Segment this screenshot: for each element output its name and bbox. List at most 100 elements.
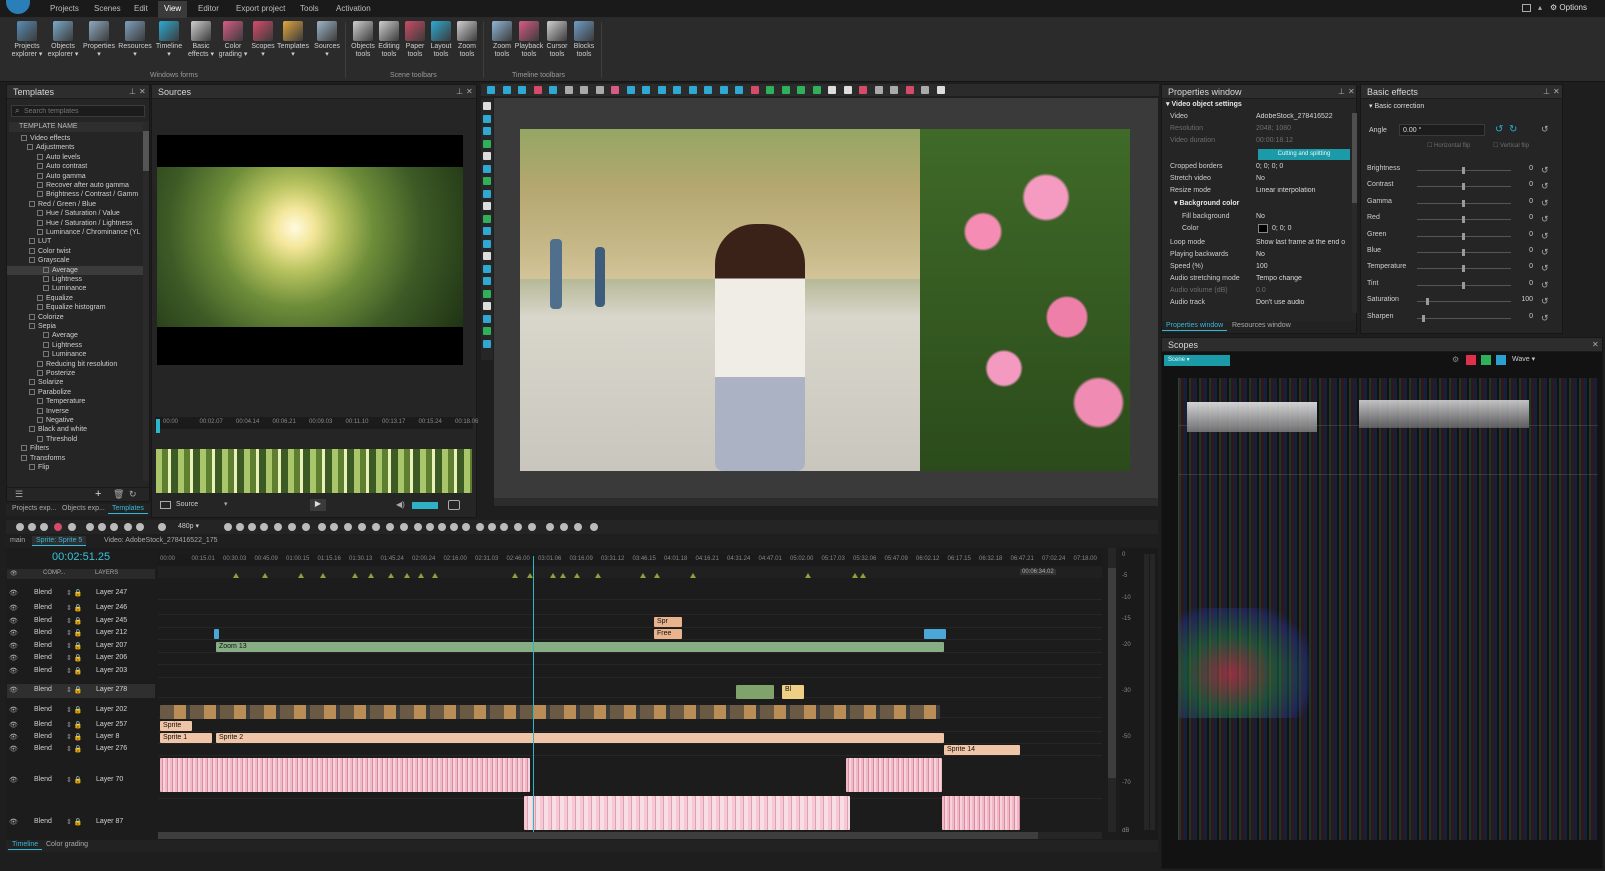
- timeline-tool-icon[interactable]: [318, 523, 326, 531]
- timeline-tool-icon[interactable]: [110, 523, 118, 531]
- add-icon[interactable]: +: [95, 488, 101, 500]
- scene-tool-icon[interactable]: [502, 86, 511, 94]
- source-dropdown[interactable]: Source: [176, 501, 198, 508]
- reset-icon[interactable]: ↺: [1541, 214, 1549, 225]
- scene-tool-icon[interactable]: [483, 189, 491, 198]
- timeline-tool-icon[interactable]: [372, 523, 380, 531]
- timeline-marker[interactable]: [640, 573, 646, 578]
- template-item[interactable]: Recover after auto gamma: [7, 181, 143, 190]
- property-row[interactable]: Resolution 2048; 1080: [1164, 125, 1354, 137]
- property-row[interactable]: Color 0; 0; 0: [1176, 225, 1366, 237]
- timeline-layer-row[interactable]: 👁 Blend ⇕ 🔒 Layer 278: [7, 684, 155, 698]
- menu-export-project[interactable]: Export project: [230, 3, 291, 14]
- timeline-tool-icon[interactable]: [590, 523, 598, 531]
- timeline-lane[interactable]: [158, 603, 1102, 615]
- timeline-layer-row[interactable]: 👁 Blend ⇕ 🔒 Layer 206: [7, 653, 155, 665]
- eye-icon[interactable]: 👁: [9, 706, 18, 714]
- timeline-marker[interactable]: [368, 573, 374, 578]
- scene-tool-icon[interactable]: [483, 314, 491, 323]
- property-row[interactable]: Resize mode Linear interpolation: [1164, 187, 1354, 199]
- reset-icon[interactable]: ↺: [1541, 263, 1549, 274]
- timeline-lane[interactable]: [158, 720, 1102, 732]
- horizontal-flip-checkbox[interactable]: ☐ Horizontal flip: [1427, 142, 1470, 149]
- timeline-layer-row[interactable]: 👁 Blend ⇕ 🔒 Layer 203: [7, 666, 155, 678]
- timeline-marker[interactable]: [352, 573, 358, 578]
- timeline-marker[interactable]: [512, 573, 518, 578]
- timeline-tool-icon[interactable]: [330, 523, 338, 531]
- tab-sprite-5[interactable]: Sprite: Sprite 5: [32, 536, 87, 546]
- resolution-select[interactable]: 480p ▾: [178, 522, 199, 530]
- menu-edit[interactable]: Edit: [128, 3, 154, 14]
- reset-icon[interactable]: ↺: [1541, 198, 1549, 209]
- template-item[interactable]: Red / Green / Blue: [7, 200, 143, 209]
- reset-icon[interactable]: ↺: [1541, 181, 1549, 192]
- properties-button[interactable]: Properties ▾: [82, 21, 116, 71]
- property-row[interactable]: Loop mode Show last frame at the end o: [1164, 239, 1354, 251]
- templates-search-input[interactable]: [11, 105, 145, 117]
- effect-slider[interactable]: Red 0 ↺: [1361, 214, 1557, 228]
- slider-track[interactable]: [1417, 317, 1511, 319]
- arrow-up-icon[interactable]: ▴: [1538, 3, 1542, 12]
- property-row[interactable]: Video AdobeStock_278416522: [1164, 113, 1354, 125]
- lock-icon[interactable]: ⇕ 🔒: [66, 589, 83, 597]
- rotate-right-icon[interactable]: ↻: [1509, 124, 1517, 135]
- template-item[interactable]: Luminance: [7, 350, 143, 359]
- blend-mode[interactable]: Blend: [34, 721, 52, 728]
- properties-scrollbar[interactable]: [1352, 113, 1357, 313]
- timeline-marker[interactable]: [550, 573, 556, 578]
- scene-tool-icon[interactable]: [483, 102, 491, 110]
- effect-slider[interactable]: Temperature 0 ↺: [1361, 263, 1557, 277]
- timeline-tool-icon[interactable]: [54, 523, 62, 531]
- slider-handle[interactable]: [1462, 249, 1465, 256]
- tab-color-grading[interactable]: Color grading: [42, 840, 92, 849]
- property-row[interactable]: Audio track Don't use audio: [1164, 299, 1354, 311]
- template-item[interactable]: Video effects: [7, 134, 143, 143]
- eye-icon[interactable]: 👁: [9, 604, 18, 612]
- template-item[interactable]: Luminance: [7, 284, 143, 293]
- scene-tool-icon[interactable]: [735, 86, 743, 94]
- scene-tool-icon[interactable]: [843, 86, 852, 94]
- cutting-splitting-button[interactable]: Cutting and splitting: [1258, 149, 1350, 160]
- eye-icon[interactable]: 👁: [9, 667, 18, 675]
- eye-icon[interactable]: 👁: [9, 617, 18, 625]
- blend-mode[interactable]: Blend: [34, 745, 52, 752]
- templates-scrollbar[interactable]: [143, 121, 149, 481]
- template-item[interactable]: Average: [7, 265, 143, 275]
- blend-mode[interactable]: Blend: [34, 733, 52, 740]
- scene-tool-icon[interactable]: [533, 86, 542, 94]
- scene-tool-icon[interactable]: [797, 86, 805, 94]
- pin-icon[interactable]: ⊥: [1543, 87, 1550, 96]
- template-item[interactable]: Lightness: [7, 341, 143, 350]
- marker-clip[interactable]: [924, 629, 946, 639]
- sprite-2-clip[interactable]: Sprite 2: [216, 733, 944, 743]
- lock-icon[interactable]: ⇕ 🔒: [66, 745, 83, 753]
- timeline-tool-icon[interactable]: [476, 523, 484, 531]
- templates-button[interactable]: Templates ▾: [276, 21, 310, 71]
- options-button[interactable]: ⚙ Options: [1550, 3, 1587, 12]
- template-item[interactable]: Equalize histogram: [7, 303, 143, 312]
- projects-explorer-button[interactable]: Projects explorer ▾: [10, 21, 44, 71]
- scene-tool-icon[interactable]: [483, 339, 491, 348]
- eye-icon[interactable]: 👁: [9, 733, 18, 741]
- scene-tool-icon[interactable]: [483, 327, 491, 335]
- reset-icon[interactable]: ↺: [1541, 313, 1549, 324]
- timeline-tool-icon[interactable]: [500, 523, 508, 531]
- close-icon[interactable]: ✕: [1348, 87, 1355, 96]
- scene-tool-icon[interactable]: [812, 86, 821, 94]
- slider-track[interactable]: [1417, 301, 1511, 303]
- refresh-icon[interactable]: ↻: [129, 489, 137, 500]
- scene-tool-icon[interactable]: [483, 114, 491, 123]
- timeline-tool-icon[interactable]: [136, 523, 144, 531]
- volume-bar[interactable]: [412, 502, 438, 509]
- timeline-tool-icon[interactable]: [224, 523, 232, 531]
- slider-handle[interactable]: [1426, 298, 1429, 306]
- template-item[interactable]: Auto contrast: [7, 162, 143, 171]
- snapshot-icon[interactable]: [448, 500, 460, 510]
- timeline-playhead[interactable]: [533, 556, 534, 832]
- timeline-marker[interactable]: [860, 573, 866, 578]
- scene-tool-icon[interactable]: [518, 86, 526, 94]
- marker-clip[interactable]: [214, 629, 219, 639]
- tab-objects-explorer[interactable]: Objects exp...: [58, 504, 109, 513]
- slider-handle[interactable]: [1462, 216, 1465, 224]
- background-color-section[interactable]: ▾ Background color: [1174, 199, 1239, 207]
